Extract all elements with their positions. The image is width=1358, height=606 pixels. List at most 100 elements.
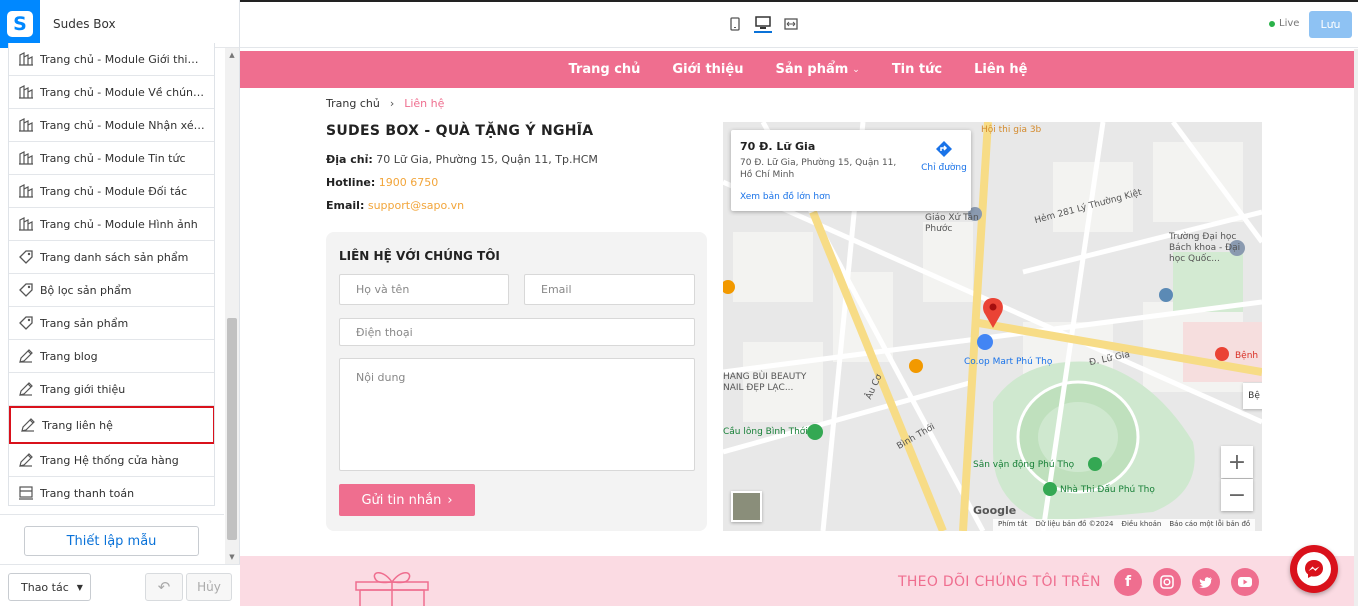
satellite-toggle[interactable] <box>731 491 762 522</box>
map-label-hospital: Bệnh <box>1235 351 1259 361</box>
layout-icon <box>18 51 40 67</box>
setup-template-button[interactable]: Thiết lập mẫu <box>24 526 199 556</box>
sidebar-item-7[interactable]: Trang danh sách sản phẩm <box>9 241 214 274</box>
sidebar-item-13[interactable]: Trang Hệ thống cửa hàng <box>9 444 214 477</box>
contact-form: LIÊN HỆ VỚI CHÚNG TÔI Họ và tên Email Đi… <box>326 232 707 531</box>
sidebar-item-label: Trang blog <box>40 349 98 363</box>
tag-icon <box>18 315 40 331</box>
sidebar-item-label: Trang danh sách sản phẩm <box>40 250 189 264</box>
send-message-button[interactable]: Gửi tin nhắn › <box>339 484 475 516</box>
directions-label: Chỉ đường <box>921 163 967 173</box>
nav-products-label: Sản phẩm <box>775 62 849 77</box>
nav-link-about[interactable]: Giới thiệu <box>672 62 743 77</box>
map-terms-link[interactable]: Điều khoản <box>1122 520 1162 530</box>
nav-news-label: Tin tức <box>891 62 943 77</box>
address-label: Địa chỉ: <box>326 153 373 166</box>
map-report-link[interactable]: Báo cáo một lỗi bản đồ <box>1169 520 1250 530</box>
email-input[interactable]: Email <box>524 274 695 305</box>
map-label-top: Hội thi gia 3b <box>981 125 1042 135</box>
form-title: LIÊN HỆ VỚI CHÚNG TÔI <box>339 249 500 263</box>
sidebar-item-11[interactable]: Trang giới thiệu <box>9 373 214 406</box>
actions-dropdown[interactable]: Thao tác ▼ <box>8 573 91 601</box>
undo-icon: ↶ <box>157 578 171 596</box>
tag-icon <box>18 282 40 298</box>
sapo-logo[interactable]: S <box>0 0 40 48</box>
hotline-link[interactable]: 1900 6750 <box>379 176 439 189</box>
mobile-view-icon[interactable] <box>726 15 744 33</box>
larger-map-link[interactable]: Xem bản đồ lớn hơn <box>740 192 830 202</box>
sidebar-item-5[interactable]: Trang chủ - Module Đối tác <box>9 175 214 208</box>
name-input[interactable]: Họ và tên <box>339 274 509 305</box>
sidebar-item-label: Trang chủ - Module Hình ảnh <box>40 217 198 231</box>
sidebar-item-10[interactable]: Trang blog <box>9 340 214 373</box>
layout-icon <box>18 84 40 100</box>
sidebar-item-4[interactable]: Trang chủ - Module Tin tức <box>9 142 214 175</box>
nav-link-contact[interactable]: Liên hệ <box>974 62 1027 77</box>
sidebar-item-3[interactable]: Trang chủ - Module Nhận xét ... <box>9 109 214 142</box>
sidebar-scrollbar[interactable]: ▲ ▼ <box>225 48 239 564</box>
map-label-beauty: HANG BÙI BEAUTY NAIL ĐẸP LẠC... <box>723 372 807 393</box>
sidebar-item-8[interactable]: Bộ lọc sản phẩm <box>9 274 214 307</box>
email-link[interactable]: support@sapo.vn <box>368 199 464 212</box>
fullwidth-view-icon[interactable] <box>782 15 800 33</box>
pen-icon <box>18 381 40 397</box>
sidebar-item-9[interactable]: Trang sản phẩm <box>9 307 214 340</box>
nav-about-label: Giới thiệu <box>672 62 744 77</box>
sidebar-header: S Sudes Box <box>0 0 239 48</box>
phone-input[interactable]: Điện thoại <box>339 318 695 346</box>
map-shortcuts-link[interactable]: Phím tắt <box>998 520 1027 530</box>
address-line: Địa chỉ: 70 Lữ Gia, Phường 15, Quận 11, … <box>326 153 598 166</box>
undo-button[interactable]: ↶ <box>145 573 183 601</box>
hotline-line: Hotline: 1900 6750 <box>326 176 438 189</box>
twitter-icon[interactable] <box>1192 568 1220 596</box>
map-side-tab[interactable]: Bệ <box>1243 383 1262 409</box>
breadcrumb-current: Liên hệ <box>404 97 445 110</box>
sidebar-item-label: Trang Hệ thống cửa hàng <box>40 453 179 467</box>
message-textarea[interactable]: Nội dung <box>339 358 695 471</box>
preview-scrollbar[interactable] <box>1354 49 1358 606</box>
place-address: 70 Đ. Lữ Gia, Phường 15, Quận 11, Hồ Chí… <box>740 158 897 180</box>
actions-label: Thao tác <box>21 580 69 594</box>
chevron-right-icon: › <box>447 492 453 508</box>
map-attribution: Phím tắt Dữ liệu bản đồ ©2024 Điều khoản… <box>993 519 1256 531</box>
youtube-icon[interactable] <box>1231 568 1259 596</box>
zoom-out-button[interactable]: − <box>1221 479 1253 511</box>
sidebar-item-label: Trang thanh toán <box>40 486 135 500</box>
zoom-in-button[interactable]: + <box>1221 446 1253 478</box>
scrollbar-thumb[interactable] <box>227 318 237 540</box>
tag-icon <box>18 249 40 265</box>
scroll-down-icon[interactable]: ▼ <box>225 550 239 564</box>
device-switcher <box>726 15 800 33</box>
google-map-embed[interactable]: Hội thi gia 3b Nhà Thờ Giáo Xứ Tân Phước… <box>723 122 1262 531</box>
scroll-up-icon[interactable]: ▲ <box>225 48 239 62</box>
facebook-icon[interactable]: f <box>1114 568 1142 596</box>
place-title: 70 Đ. Lữ Gia <box>740 140 816 153</box>
sidebar-item-2[interactable]: Trang chủ - Module Về chúng ... <box>9 76 214 109</box>
map-data-credit: Dữ liệu bản đồ ©2024 <box>1035 520 1114 528</box>
sidebar-item-label: Bộ lọc sản phẩm <box>40 283 132 297</box>
sidebar-item-12[interactable]: Trang liên hệ <box>9 406 214 444</box>
map-label-bachkhoa: Trường Đại học Bách khoa - Đại học Quốc.… <box>1169 232 1241 264</box>
cancel-button[interactable]: Hủy <box>186 573 232 601</box>
messenger-chat-button[interactable] <box>1290 545 1338 593</box>
sidebar-item-label: Trang giới thiệu <box>40 382 126 396</box>
nav-link-home[interactable]: Trang chủ <box>568 62 640 77</box>
setup-area: Thiết lập mẫu <box>0 514 224 564</box>
desktop-view-icon[interactable] <box>754 15 772 33</box>
sidebar-item-1[interactable]: Trang chủ - Module Giới thiệu ... <box>9 43 214 76</box>
follow-banner: THEO DÕI CHÚNG TÔI TRÊN f <box>240 556 1354 606</box>
page-template-list: Trang chủ - Module Giới thiệu ... Trang c… <box>8 43 215 506</box>
editor-topbar: Live Lưu <box>240 0 1358 48</box>
breadcrumb: Trang chủ › Liên hệ <box>326 97 444 110</box>
site-preview: Trang chủ Giới thiệu Sản phẩm ⌄ Tin tức L… <box>240 49 1358 606</box>
sidebar-item-14[interactable]: Trang thanh toán <box>9 477 214 505</box>
nav-link-products[interactable]: Sản phẩm ⌄ <box>775 62 859 77</box>
sidebar-item-label: Trang chủ - Module Giới thiệu ... <box>40 52 205 66</box>
email-line: Email: support@sapo.vn <box>326 199 464 212</box>
directions-link[interactable]: Chỉ đường <box>919 140 969 173</box>
instagram-icon[interactable] <box>1153 568 1181 596</box>
breadcrumb-home[interactable]: Trang chủ <box>326 97 380 110</box>
sidebar-item-6[interactable]: Trang chủ - Module Hình ảnh <box>9 208 214 241</box>
nav-link-news[interactable]: Tin tức <box>892 62 942 77</box>
save-button[interactable]: Lưu <box>1309 11 1352 38</box>
